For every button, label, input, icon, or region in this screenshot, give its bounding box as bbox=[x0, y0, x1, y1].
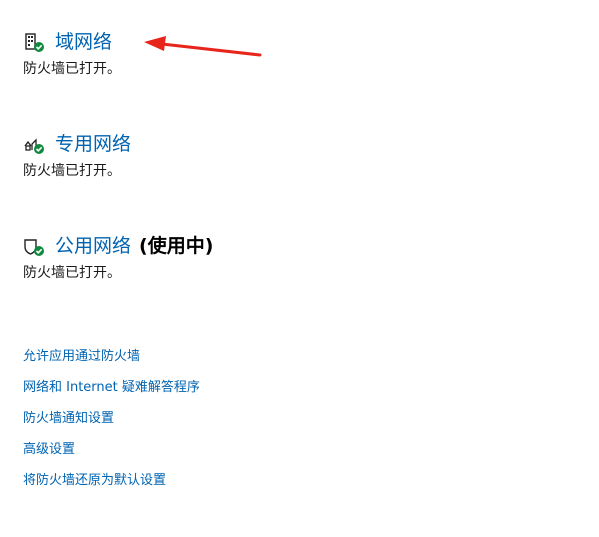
private-network-section: 专用网络 防火墙已打开。 bbox=[23, 129, 583, 180]
domain-network-link[interactable]: 域网络 bbox=[55, 27, 112, 57]
public-network-status: 防火墙已打开。 bbox=[23, 265, 121, 281]
in-use-label: (使用中) bbox=[139, 235, 214, 257]
domain-network-header: 域网络 bbox=[23, 27, 583, 57]
public-network-link[interactable]: 公用网络 bbox=[55, 231, 131, 261]
public-network-icon bbox=[23, 235, 45, 257]
advanced-settings-link[interactable]: 高级设置 bbox=[23, 441, 200, 472]
firewall-notification-settings-link[interactable]: 防火墙通知设置 bbox=[23, 410, 200, 441]
domain-network-section: 域网络 防火墙已打开。 bbox=[23, 27, 583, 78]
firewall-links: 允许应用通过防火墙 网络和 Internet 疑难解答程序 防火墙通知设置 高级… bbox=[23, 348, 200, 503]
restore-defaults-link[interactable]: 将防火墙还原为默认设置 bbox=[23, 472, 200, 503]
public-network-section: 公用网络 (使用中) 防火墙已打开。 bbox=[23, 231, 583, 282]
network-troubleshooter-link[interactable]: 网络和 Internet 疑难解答程序 bbox=[23, 379, 200, 410]
red-arrow-icon bbox=[144, 36, 262, 57]
domain-building-icon bbox=[23, 31, 45, 53]
private-network-icon bbox=[23, 133, 45, 155]
public-network-header: 公用网络 (使用中) bbox=[23, 231, 583, 261]
private-network-link[interactable]: 专用网络 bbox=[55, 129, 131, 159]
allow-app-through-firewall-link[interactable]: 允许应用通过防火墙 bbox=[23, 348, 200, 379]
private-network-status: 防火墙已打开。 bbox=[23, 163, 121, 179]
private-network-header: 专用网络 bbox=[23, 129, 583, 159]
domain-network-status: 防火墙已打开。 bbox=[23, 61, 121, 77]
